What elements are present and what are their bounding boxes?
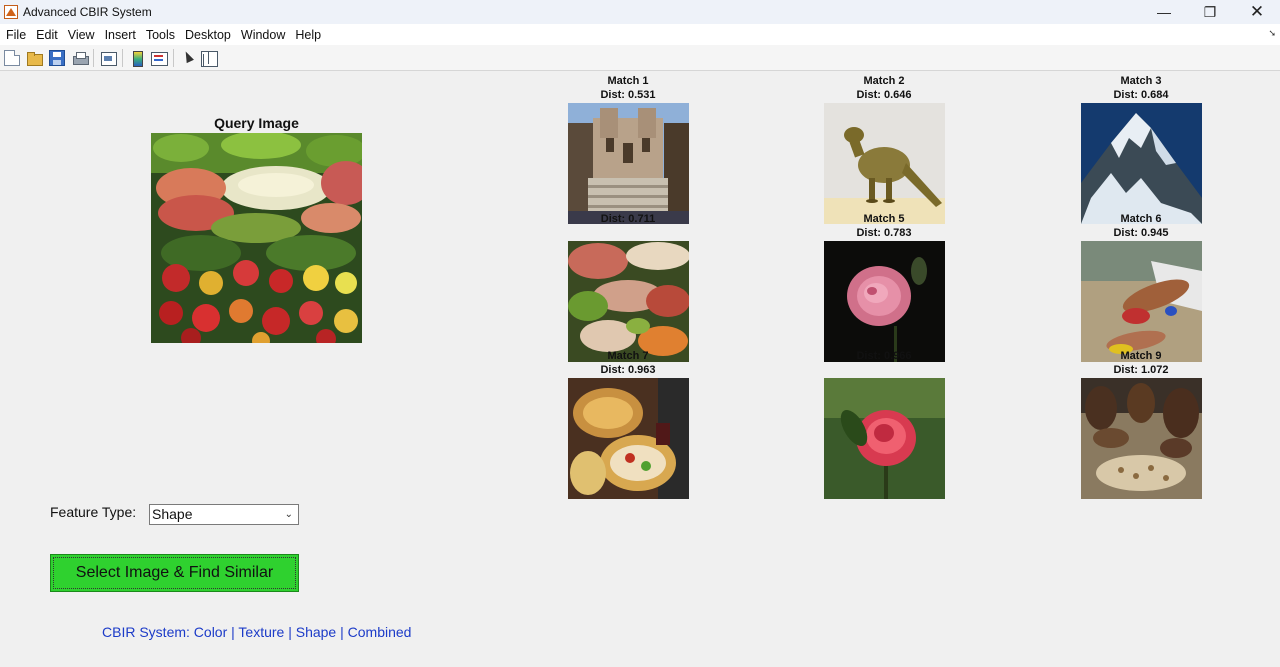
toolbar-separator: [173, 49, 174, 67]
match-5-image: [824, 241, 945, 362]
match-8-header: Dist: 0.966: [804, 349, 964, 363]
match-distance: Dist: 0.963: [600, 364, 656, 376]
toolbar-separator: [122, 49, 123, 67]
menu-tools[interactable]: Tools: [141, 28, 180, 42]
chevron-down-icon: ⌄: [284, 509, 293, 520]
maximize-button[interactable]: ❐: [1187, 0, 1233, 24]
new-file-icon[interactable]: [4, 50, 20, 66]
match-9-header: Match 9 Dist: 1.072: [1061, 349, 1221, 377]
query-image: [151, 133, 362, 343]
menu-view[interactable]: View: [63, 28, 100, 42]
match-label: Match 2: [863, 75, 905, 87]
match-9-image: [1081, 378, 1202, 499]
minimize-button[interactable]: —: [1141, 0, 1187, 24]
dock-arrow-icon[interactable]: ➘: [1268, 28, 1276, 39]
menu-bar: File Edit View Insert Tools Desktop Wind…: [0, 24, 1280, 45]
print-preview-icon[interactable]: [100, 50, 117, 66]
match-label: Match 7: [607, 350, 649, 362]
select-image-find-similar-button[interactable]: Select Image & Find Similar: [50, 554, 299, 592]
close-button[interactable]: ✕: [1234, 0, 1280, 24]
match-label: Match 5: [863, 213, 905, 225]
match-label: Match 3: [1120, 75, 1162, 87]
feature-type-value: Shape: [152, 506, 193, 522]
match-label: Match 9: [1120, 350, 1162, 362]
window-title: Advanced CBIR System: [23, 5, 152, 19]
menu-help[interactable]: Help: [290, 28, 326, 42]
toolbar-separator: [93, 49, 94, 67]
legend-icon[interactable]: [151, 50, 168, 66]
match-1-image: [568, 103, 689, 224]
menu-desktop[interactable]: Desktop: [180, 28, 236, 42]
match-distance: Dist: 0.646: [856, 89, 912, 101]
match-6-header: Match 6 Dist: 0.945: [1061, 212, 1221, 240]
query-image-title: Query Image: [214, 115, 299, 131]
match-7-image: [568, 378, 689, 499]
inspector-icon[interactable]: [201, 50, 218, 67]
figure-canvas: Query Image Match 1 Dist: 0.531 Match 2 …: [0, 72, 1280, 667]
match-distance: Dist: 0.531: [600, 89, 656, 101]
colorbar-icon[interactable]: [129, 50, 145, 67]
match-label: Match 6: [1120, 213, 1162, 225]
match-5-header: Match 5 Dist: 0.783: [804, 212, 964, 240]
matlab-app-icon: [4, 5, 18, 19]
match-distance: Dist: 0.783: [856, 227, 912, 239]
folder-open-icon[interactable]: [26, 50, 43, 66]
match-3-image: [1081, 103, 1202, 224]
match-2-image: [824, 103, 945, 224]
match-4-image: [568, 241, 689, 362]
match-label: Match 1: [607, 75, 649, 87]
match-3-header: Match 3 Dist: 0.684: [1061, 74, 1221, 102]
figure-toolbar: [0, 45, 1280, 71]
title-bar: Advanced CBIR System — ❐ ✕: [0, 0, 1280, 24]
menu-edit[interactable]: Edit: [31, 28, 63, 42]
feature-type-label: Feature Type:: [50, 504, 137, 520]
match-8-image: [824, 378, 945, 499]
match-1-header: Match 1 Dist: 0.531: [548, 74, 708, 102]
match-distance: Dist: 1.072: [1113, 364, 1169, 376]
match-distance: Dist: 0.966: [856, 350, 912, 362]
print-icon[interactable]: [72, 50, 89, 66]
match-distance: Dist: 0.711: [600, 213, 656, 225]
pointer-icon[interactable]: [180, 50, 196, 66]
cbir-footer-text: CBIR System: Color | Texture | Shape | C…: [102, 624, 412, 640]
match-4-header: Dist: 0.711: [548, 212, 708, 226]
match-distance: Dist: 0.684: [1113, 89, 1169, 101]
match-6-image: [1081, 241, 1202, 362]
menu-insert[interactable]: Insert: [100, 28, 141, 42]
menu-window[interactable]: Window: [236, 28, 290, 42]
match-7-header: Match 7 Dist: 0.963: [548, 349, 708, 377]
menu-file[interactable]: File: [0, 28, 31, 42]
match-distance: Dist: 0.945: [1113, 227, 1169, 239]
save-icon[interactable]: [49, 50, 65, 66]
feature-type-dropdown[interactable]: Shape ⌄: [149, 504, 299, 525]
match-2-header: Match 2 Dist: 0.646: [804, 74, 964, 102]
